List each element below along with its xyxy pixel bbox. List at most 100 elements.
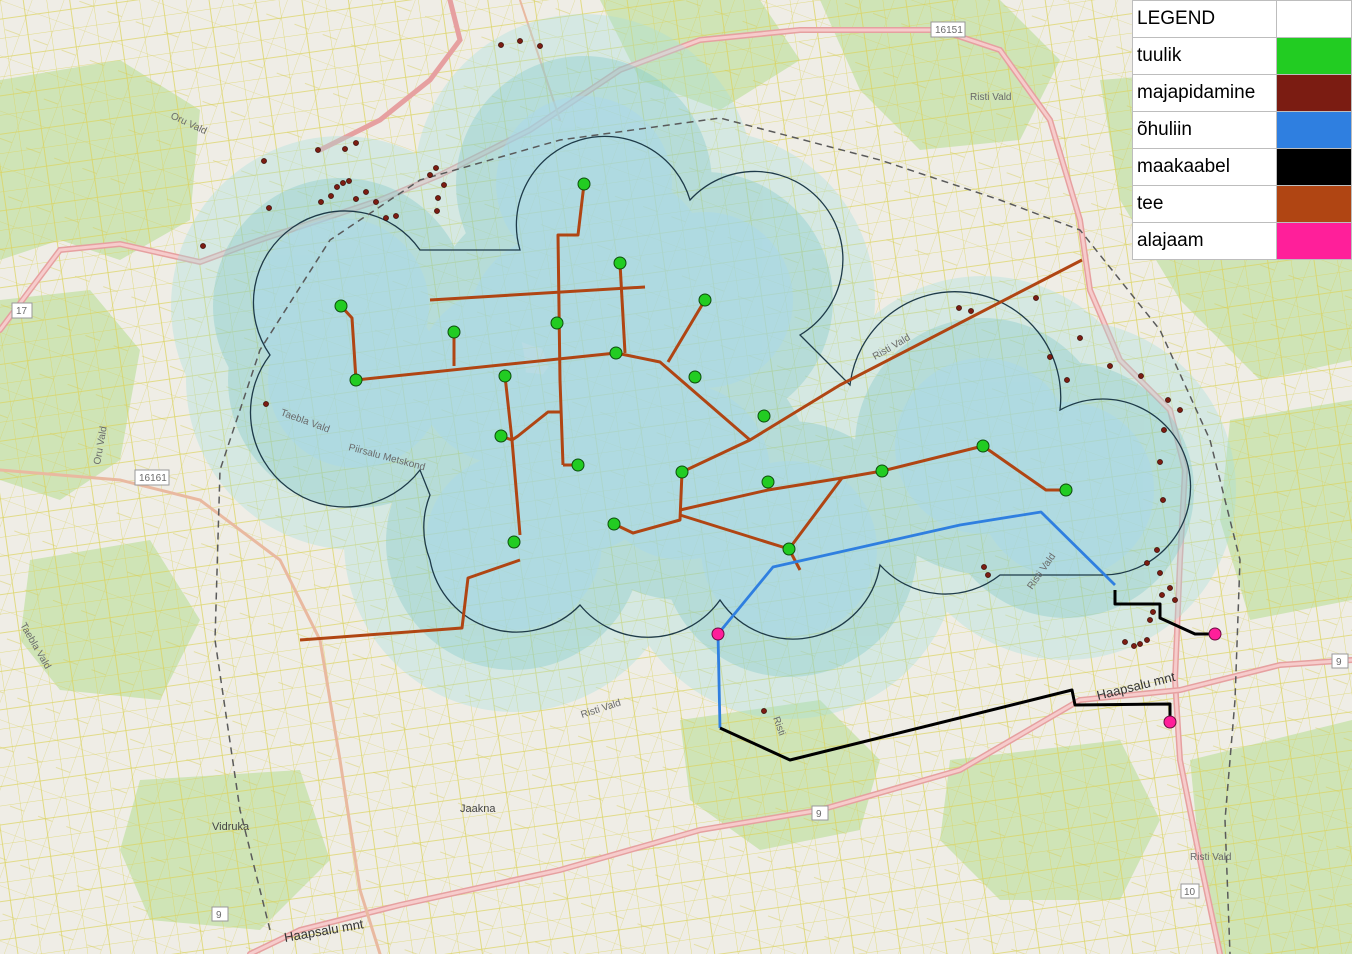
wind-turbine-marker	[688, 370, 702, 384]
household-marker	[435, 195, 441, 201]
wind-turbine-marker	[613, 256, 627, 270]
legend-row-majapidamine: majapidamine	[1132, 74, 1352, 112]
wind-turbine-marker	[875, 464, 889, 478]
road-label-9-middle: 9	[816, 809, 822, 820]
legend-row-ohuliin: õhuliin	[1132, 111, 1352, 149]
wind-turbine-marker	[609, 346, 623, 360]
legend-row-alajaam: alajaam	[1132, 222, 1352, 260]
wind-turbine-marker	[761, 475, 775, 489]
household-marker	[1144, 560, 1150, 566]
household-marker	[956, 305, 962, 311]
household-marker	[427, 172, 433, 178]
household-marker	[261, 158, 267, 164]
wind-turbine-marker	[757, 409, 771, 423]
household-marker	[383, 215, 389, 221]
wind-turbine-marker	[447, 325, 461, 339]
household-marker	[985, 572, 991, 578]
legend-title: LEGEND	[1132, 0, 1277, 38]
household-marker	[1177, 407, 1183, 413]
legend-header-row: LEGEND	[1132, 0, 1352, 38]
road-label-10: 10	[1184, 887, 1196, 898]
household-marker	[373, 199, 379, 205]
wind-turbine-marker	[334, 299, 348, 313]
legend-label-maakaabel: maakaabel	[1132, 148, 1277, 186]
household-marker	[1064, 377, 1070, 383]
substation-marker	[1163, 715, 1177, 729]
household-marker	[498, 42, 504, 48]
legend-swatch-tee	[1276, 185, 1352, 223]
household-marker	[517, 38, 523, 44]
legend-label-alajaam: alajaam	[1132, 222, 1277, 260]
household-marker	[1131, 643, 1137, 649]
household-marker	[441, 182, 447, 188]
household-marker	[1160, 497, 1166, 503]
household-marker	[266, 205, 272, 211]
household-marker	[1144, 637, 1150, 643]
label-risti-vald-right: Risti Vald	[1190, 852, 1232, 863]
legend-swatch-ohuliin	[1276, 111, 1352, 149]
wind-turbine-marker	[498, 369, 512, 383]
wind-turbine-marker	[571, 458, 585, 472]
road-label-16151: 16151	[935, 25, 963, 36]
household-marker	[434, 208, 440, 214]
legend: LEGEND tuulik majapidamine õhuliin maaka…	[1132, 0, 1352, 260]
household-marker	[1033, 295, 1039, 301]
wind-turbine-marker	[782, 542, 796, 556]
legend-label-tee: tee	[1132, 185, 1277, 223]
household-marker	[1077, 335, 1083, 341]
household-marker	[342, 146, 348, 152]
household-marker	[1167, 585, 1173, 591]
substation-marker	[711, 627, 725, 641]
household-marker	[1138, 373, 1144, 379]
wind-turbine-marker	[698, 293, 712, 307]
legend-swatch-majapidamine	[1276, 74, 1352, 112]
household-marker	[393, 213, 399, 219]
road-label-17: 17	[16, 306, 28, 317]
legend-swatch-alajaam	[1276, 222, 1352, 260]
household-marker	[340, 180, 346, 186]
legend-label-majapidamine: majapidamine	[1132, 74, 1277, 112]
household-marker	[1137, 641, 1143, 647]
label-vidruka: Vidruka	[212, 821, 250, 833]
legend-swatch-tuulik	[1276, 37, 1352, 75]
household-marker	[1157, 459, 1163, 465]
household-marker	[263, 401, 269, 407]
household-marker	[981, 564, 987, 570]
household-marker	[433, 165, 439, 171]
wind-turbine-marker	[976, 439, 990, 453]
household-marker	[1159, 592, 1165, 598]
household-marker	[1172, 597, 1178, 603]
household-marker	[353, 196, 359, 202]
household-marker	[315, 147, 321, 153]
household-marker	[968, 308, 974, 314]
legend-swatch-maakaabel	[1276, 148, 1352, 186]
wind-turbine-marker	[577, 177, 591, 191]
household-marker	[318, 199, 324, 205]
household-marker	[353, 140, 359, 146]
wind-turbine-marker	[607, 517, 621, 531]
household-marker	[334, 184, 340, 190]
household-marker	[1154, 547, 1160, 553]
legend-title-swatch	[1276, 0, 1352, 38]
wind-turbine-marker	[507, 535, 521, 549]
wind-turbine-marker	[349, 373, 363, 387]
household-marker	[1157, 570, 1163, 576]
household-marker	[346, 178, 352, 184]
label-risti-vald-top: Risti Vald	[970, 92, 1012, 103]
legend-row-tuulik: tuulik	[1132, 37, 1352, 75]
substation-marker	[1208, 627, 1222, 641]
household-marker	[537, 43, 543, 49]
household-marker	[761, 708, 767, 714]
label-jaakna: Jaakna	[460, 803, 496, 815]
wind-turbine-marker	[550, 316, 564, 330]
household-marker	[1150, 609, 1156, 615]
household-marker	[1122, 639, 1128, 645]
legend-label-tuulik: tuulik	[1132, 37, 1277, 75]
household-marker	[1107, 363, 1113, 369]
household-marker	[1161, 427, 1167, 433]
legend-row-maakaabel: maakaabel	[1132, 148, 1352, 186]
overhead-line-2	[716, 633, 722, 729]
household-marker	[1165, 397, 1171, 403]
wind-turbine-marker	[675, 465, 689, 479]
household-marker	[363, 189, 369, 195]
